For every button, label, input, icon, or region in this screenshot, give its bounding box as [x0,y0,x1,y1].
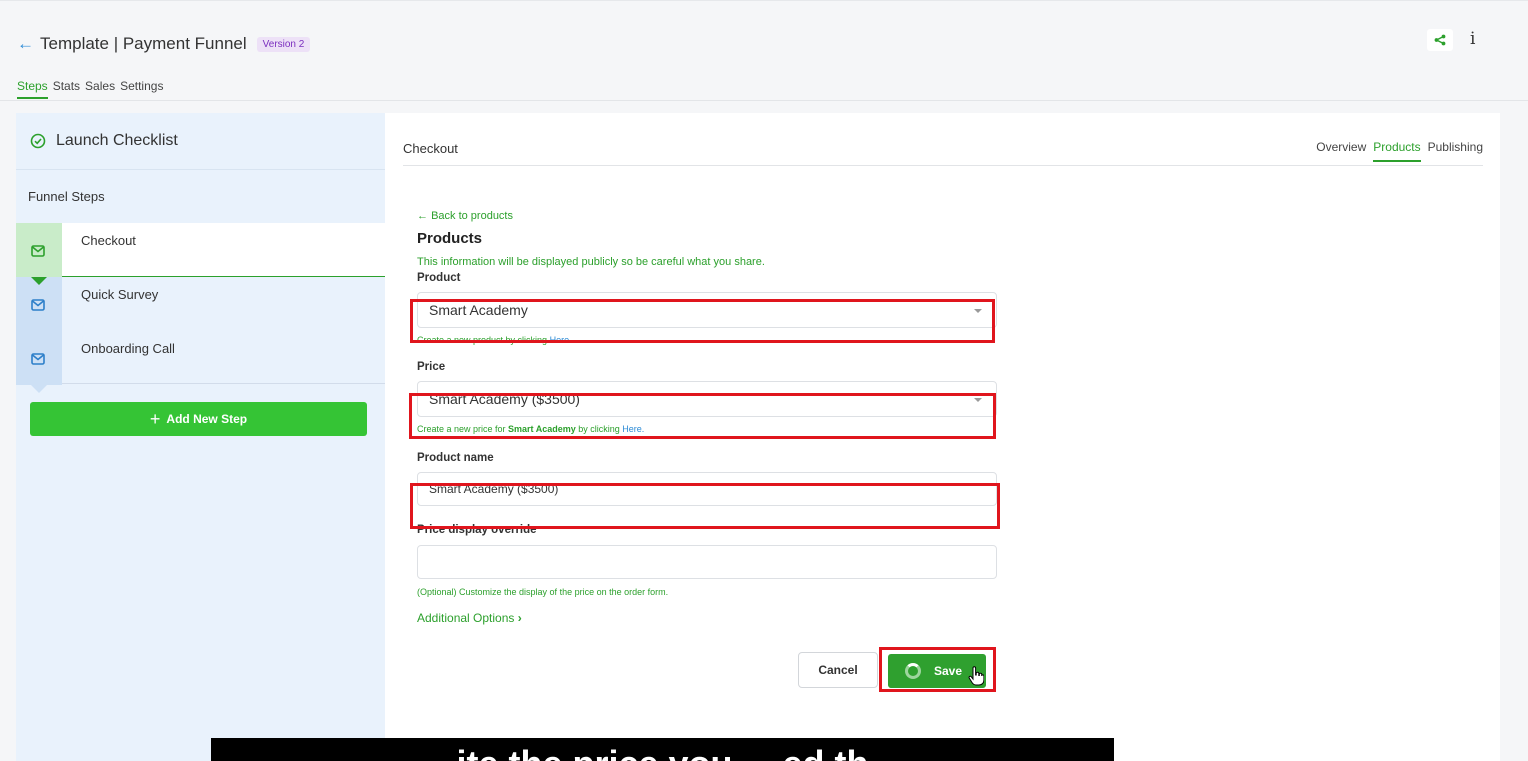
top-header: ← Template | Payment Funnel Version 2 St… [0,0,1528,101]
share-button[interactable] [1427,29,1453,51]
back-link-label: Back to products [431,210,513,222]
funnel-title: Template | Payment Funnel [40,34,247,53]
product-hint: Create a new product by clicking Here. [417,335,997,345]
create-product-link[interactable]: Here. [550,335,572,345]
checklist-title: Launch Checklist [56,132,178,149]
product-name-label: Product name [417,452,494,464]
price-hint-middle: by clicking [575,424,623,434]
caret-down-icon [974,309,982,313]
product-label: Product [417,272,461,284]
tab-products[interactable]: Products [1373,140,1421,162]
sidebar-step-quick-survey[interactable]: Quick Survey [16,277,385,339]
tab-sales[interactable]: Sales [85,79,115,99]
plus-icon: + [149,408,161,429]
version-badge: Version 2 [256,36,311,52]
mail-icon [31,299,45,311]
price-label: Price [417,361,446,373]
sidebar-divider [62,383,385,384]
step-label: Checkout [62,223,385,277]
funnel-tabs: Steps Stats Sales Settings [17,79,163,99]
step-connector [31,331,47,339]
price-override-input[interactable] [417,545,997,579]
save-label: Save [934,664,963,678]
video-caption: ...ite the price you ... ed th... [211,738,1114,761]
main-panel: Checkout Overview Products Publishing ← … [385,113,1500,761]
product-select[interactable]: Smart Academy [417,292,997,328]
price-select-value: Smart Academy ($3500) [429,391,580,407]
sidebar-step-onboarding-call[interactable]: Onboarding Call [16,331,385,393]
step-rail [16,277,62,339]
step-connector [31,277,47,285]
price-select[interactable]: Smart Academy ($3500) [417,381,997,417]
arrow-left-icon: ← [417,210,428,222]
sidebar: Launch Checklist Funnel Steps Checkout Q… [16,113,385,761]
sidebar-step-checkout[interactable]: Checkout [16,223,385,285]
chevron-right-icon: › [517,611,522,625]
mail-icon [31,245,45,257]
tab-overview[interactable]: Overview [1316,140,1366,162]
price-override-hint: (Optional) Customize the display of the … [417,587,669,597]
cancel-button[interactable]: Cancel [798,652,878,688]
tab-settings[interactable]: Settings [120,79,163,99]
step-title: Checkout [403,141,458,156]
arrow-left-icon[interactable]: ← [17,34,34,54]
caret-down-icon [974,398,982,402]
price-hint: Create a new price for Smart Academy by … [417,424,997,434]
product-hint-text: Create a new product by clicking [417,335,550,345]
add-new-step-button[interactable]: + Add New Step [30,402,367,436]
tab-stats[interactable]: Stats [53,79,80,99]
price-override-label: Price display override [417,524,537,536]
funnel-steps-heading: Funnel Steps [28,189,105,204]
section-title: Products [417,230,483,247]
step-label: Quick Survey [81,287,159,302]
back-to-products-link[interactable]: ← Back to products [417,210,997,222]
launch-checklist[interactable]: Launch Checklist [16,113,385,170]
tab-publishing[interactable]: Publishing [1428,140,1483,162]
loading-spinner-icon [905,663,921,679]
hand-cursor-icon [968,666,984,686]
additional-options-toggle[interactable]: Additional Options › [417,611,997,625]
share-icon [1434,34,1446,46]
create-price-link[interactable]: Here. [622,424,644,434]
price-hint-product: Smart Academy [508,424,576,434]
mail-icon [31,353,45,365]
section-description: This information will be displayed publi… [417,256,765,268]
add-step-label: Add New Step [166,412,248,426]
tab-steps[interactable]: Steps [17,79,48,99]
title-row: ← Template | Payment Funnel Version 2 [17,34,311,54]
step-connector [31,385,47,393]
step-label: Onboarding Call [81,341,175,356]
additional-options-label: Additional Options [417,611,515,625]
step-rail [16,223,62,285]
price-hint-text: Create a new price for [417,424,509,434]
step-tabs: Overview Products Publishing [1316,140,1483,162]
product-name-input[interactable]: Smart Academy ($3500) [417,472,997,506]
info-icon[interactable]: i [1470,29,1475,49]
main-header: Checkout Overview Products Publishing [403,140,1483,166]
check-circle-icon [30,133,46,149]
product-select-value: Smart Academy [429,302,528,318]
step-rail [16,331,62,393]
product-form: ← Back to products Products This informa… [417,210,997,625]
